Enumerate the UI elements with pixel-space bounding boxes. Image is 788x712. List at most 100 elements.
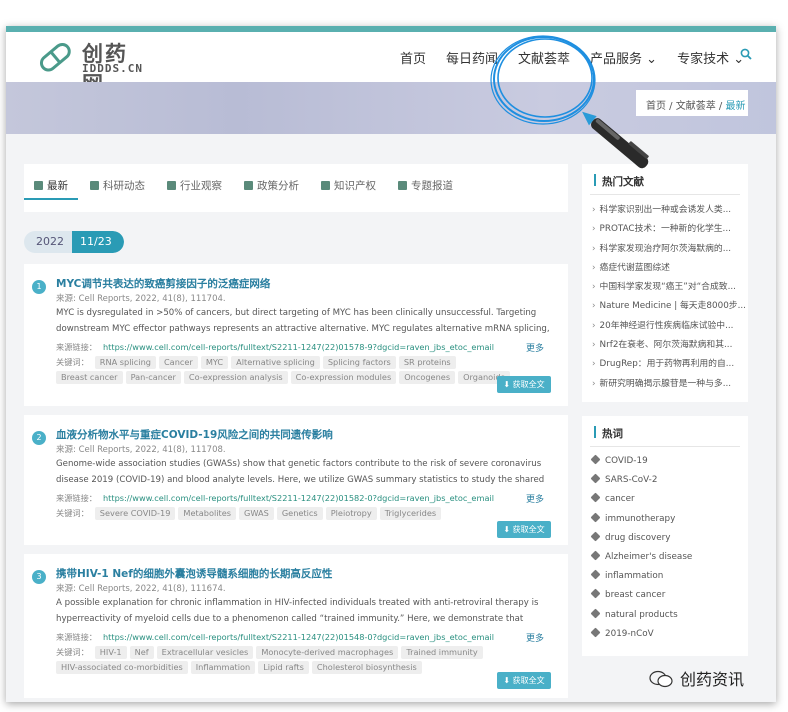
- article-title[interactable]: 血液分析物水平与重症COVID-19风险之间的共同遗传影响: [56, 427, 333, 442]
- keyword-tag[interactable]: Cholesterol biosynthesis: [311, 661, 422, 674]
- hot-tag-item[interactable]: COVID-19: [590, 454, 692, 475]
- hot-doc-item[interactable]: › 新研究明确揭示腺苷是一种与多...: [592, 376, 746, 395]
- browser-window: 创药网 IDDDS.CN 首页 每日药闻 文献荟萃 产品服务 ⌄ 专家技术 ⌄ …: [6, 26, 776, 702]
- hot-doc-item[interactable]: › Nature Medicine | 每天走8000步...: [592, 298, 746, 317]
- book-icon: [34, 181, 43, 190]
- article-link-row: 来源链接： https://www.cell.com/cell-reports/f…: [56, 493, 495, 503]
- article-link[interactable]: https://www.cell.com/cell-reports/fullte…: [103, 632, 494, 642]
- tag-icon: [590, 454, 601, 465]
- tag-icon: [590, 512, 601, 523]
- more-link[interactable]: 更多: [526, 492, 544, 505]
- keyword-tag[interactable]: Lipid rafts: [258, 661, 309, 674]
- nav-item-home[interactable]: 首页: [400, 48, 426, 67]
- article-title[interactable]: 携带HIV-1 Nef的细胞外囊泡诱导髓系细胞的长期高反应性: [56, 566, 332, 581]
- hot-tag-item[interactable]: inflammation: [590, 569, 692, 590]
- article-source: 来源: Cell Reports, 2022, 41(8), 111704.: [56, 294, 226, 304]
- keyword-tag[interactable]: Severe COVID-19: [94, 507, 176, 520]
- tab-policy[interactable]: 政策分析: [244, 178, 299, 193]
- article-link[interactable]: https://www.cell.com/cell-reports/fullte…: [103, 342, 494, 352]
- keyword-tag[interactable]: Oncogenes: [399, 371, 456, 384]
- keyword-tag[interactable]: Breast cancer: [56, 371, 123, 384]
- tab-research[interactable]: 科研动态: [90, 178, 145, 193]
- chevron-right-icon: ›: [592, 205, 596, 215]
- tab-latest[interactable]: 最新: [34, 178, 68, 193]
- hot-tag-item[interactable]: cancer: [590, 492, 692, 513]
- keyword-tag[interactable]: Triglycerides: [379, 507, 442, 520]
- download-fulltext-button[interactable]: ⬇ 获取全文: [497, 672, 551, 689]
- nav-item-experts[interactable]: 专家技术 ⌄: [677, 48, 744, 67]
- keyword-tag[interactable]: Monocyte-derived macrophages: [256, 646, 399, 659]
- book-icon: [90, 181, 99, 190]
- keyword-tag[interactable]: MYC: [200, 356, 229, 369]
- article-card: 3 携带HIV-1 Nef的细胞外囊泡诱导髓系细胞的长期高反应性 来源: Cel…: [24, 554, 568, 698]
- nav-item-products[interactable]: 产品服务 ⌄: [590, 48, 657, 67]
- search-icon[interactable]: [740, 48, 752, 60]
- tag-icon: [590, 473, 601, 484]
- hot-doc-item[interactable]: › DrugRep：用于药物再利用的自...: [592, 356, 746, 375]
- article-title[interactable]: MYC调节共表达的致癌剪接因子的泛癌症网络: [56, 276, 270, 291]
- hot-tag-item[interactable]: immunotherapy: [590, 512, 692, 533]
- keyword-tag[interactable]: HIV-associated co-morbidities: [56, 661, 188, 674]
- keyword-tag[interactable]: Co-expression analysis: [183, 371, 288, 384]
- hot-doc-item[interactable]: › 癌症代谢蓝图综述: [592, 260, 746, 279]
- keyword-tag[interactable]: Cancer: [158, 356, 198, 369]
- hot-docs-panel: 热门文献 › 科学家识别出一种或会诱发人类... › PROTAC技术：一种新的化学…: [582, 164, 748, 402]
- hot-tags-list: COVID-19 SARS-CoV-2 cancer immunotherapy…: [590, 454, 692, 648]
- tab-industry[interactable]: 行业观察: [167, 178, 222, 193]
- keyword-tag[interactable]: Extracellular vesicles: [156, 646, 254, 659]
- hot-doc-item[interactable]: › 20年神经退行性疾病临床试验中...: [592, 318, 746, 337]
- site-logo[interactable]: 创药网 IDDDS.CN: [36, 38, 146, 96]
- category-tabs: 最新 科研动态 行业观察 政策分析 知识产权 专题报道: [34, 178, 475, 193]
- keyword-tag[interactable]: Trained immunity: [401, 646, 483, 659]
- tag-icon: [590, 492, 601, 503]
- article-link[interactable]: https://www.cell.com/cell-reports/fullte…: [103, 493, 494, 503]
- download-fulltext-button[interactable]: ⬇ 获取全文: [497, 376, 551, 393]
- hot-doc-item[interactable]: › Nrf2在衰老、阿尔茨海默病和其...: [592, 337, 746, 356]
- more-link[interactable]: 更多: [526, 631, 544, 644]
- download-fulltext-button[interactable]: ⬇ 获取全文: [497, 521, 551, 538]
- book-icon: [398, 181, 407, 190]
- keyword-tag[interactable]: Co-expression modules: [290, 371, 397, 384]
- keyword-tag[interactable]: RNA splicing: [94, 356, 156, 369]
- keyword-tag[interactable]: Genetics: [276, 507, 323, 520]
- article-keywords: 关键词： HIV-1 Nef Extracellular vesicles Monocy…: [56, 645, 526, 675]
- logo-text-en: IDDDS.CN: [82, 62, 143, 75]
- chevron-right-icon: ›: [592, 224, 596, 235]
- tag-icon: [590, 550, 601, 561]
- more-link[interactable]: 更多: [526, 341, 544, 354]
- hot-doc-item[interactable]: › PROTAC技术：一种新的化学生...: [592, 221, 746, 240]
- keyword-tag[interactable]: Inflammation: [190, 661, 256, 674]
- hot-tag-item[interactable]: Alzheimer's disease: [590, 550, 692, 571]
- hot-doc-item[interactable]: › 科学家识别出一种或会诱发人类...: [592, 202, 746, 221]
- tab-special[interactable]: 专题报道: [398, 178, 453, 193]
- hot-doc-item[interactable]: › 科学家发现治疗阿尔茨海默病的...: [592, 241, 746, 260]
- chevron-right-icon: ›: [592, 359, 596, 370]
- keyword-tag[interactable]: Metabolites: [178, 507, 237, 520]
- watermark: 创药资讯: [648, 666, 744, 690]
- tabs-card: 最新 科研动态 行业观察 政策分析 知识产权 专题报道: [24, 164, 568, 212]
- keyword-tag[interactable]: SR proteins: [398, 356, 456, 369]
- article-abstract: A possible explanation for chronic infla…: [56, 598, 539, 624]
- book-icon: [321, 181, 330, 190]
- hot-tag-item[interactable]: drug discovery: [590, 531, 692, 552]
- tag-icon: [590, 627, 601, 638]
- pen-pointer-icon: [582, 111, 649, 169]
- chevron-right-icon: ›: [592, 378, 596, 389]
- hot-tag-item[interactable]: 2019-nCoV: [590, 627, 692, 648]
- hot-tag-item[interactable]: natural products: [590, 608, 692, 629]
- keyword-tag[interactable]: Pan-cancer: [125, 371, 181, 384]
- site-header: 创药网 IDDDS.CN 首页 每日药闻 文献荟萃 产品服务 ⌄ 专家技术 ⌄: [6, 32, 776, 96]
- keyword-tag[interactable]: Alternative splicing: [231, 356, 320, 369]
- keyword-tag[interactable]: Pleiotropy: [325, 507, 377, 520]
- keyword-tag[interactable]: Nef: [129, 646, 154, 659]
- breadcrumb-section[interactable]: 文献荟萃 /: [676, 101, 723, 112]
- hot-tag-item[interactable]: SARS-CoV-2: [590, 473, 692, 494]
- keyword-tag[interactable]: GWAS: [239, 507, 274, 520]
- hot-doc-item[interactable]: › 中国科学家发现“癌王”对“合成致...: [592, 279, 746, 298]
- article-source: 来源: Cell Reports, 2022, 41(8), 111674.: [56, 584, 226, 594]
- tab-ip[interactable]: 知识产权: [321, 178, 376, 193]
- keyword-tag[interactable]: Splicing factors: [322, 356, 396, 369]
- chevron-right-icon: ›: [592, 282, 596, 293]
- hot-tag-item[interactable]: breast cancer: [590, 588, 692, 609]
- keyword-tag[interactable]: HIV-1: [94, 646, 127, 659]
